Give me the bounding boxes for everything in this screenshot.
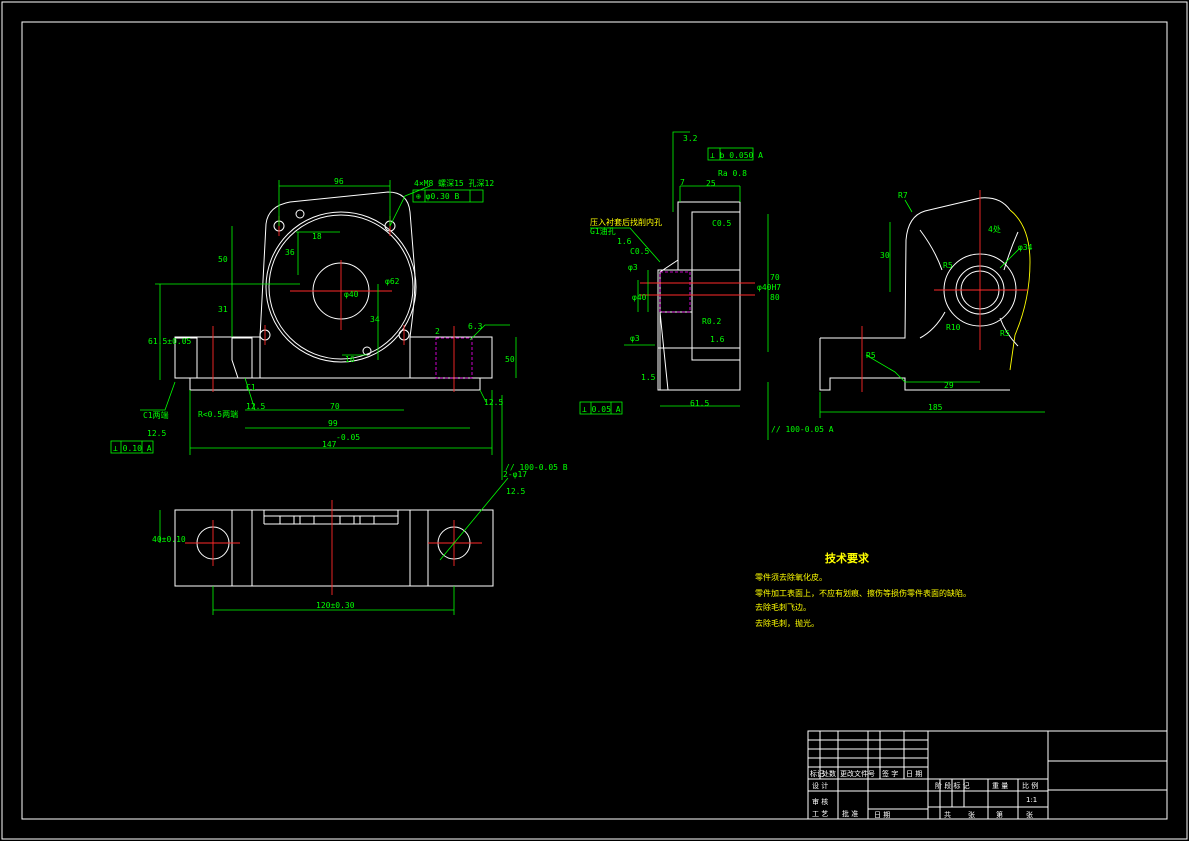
right-d29: 29: [944, 381, 954, 390]
side-ra16b: 1.6: [710, 335, 725, 344]
c1-label: C1: [246, 383, 256, 392]
side-d61: 61.5: [690, 399, 709, 408]
right-r7: R7: [898, 191, 908, 200]
side-ra: Ra 0.8: [718, 169, 747, 178]
side-phi3: φ3: [628, 263, 638, 272]
tech-req-item-2: 零件加工表面上，不应有划痕、擦伤等损伤零件表面的缺陷。: [755, 588, 971, 598]
dim-70: 70: [330, 402, 340, 411]
tb-craft: 工 艺: [812, 810, 828, 818]
side-d80: 80: [770, 293, 780, 302]
outer-border: [1, 1, 1188, 840]
right-r5b: R5: [1000, 329, 1010, 338]
tb-scale-value: 1:1: [1026, 796, 1037, 804]
dim-31: 31: [218, 305, 228, 314]
flatness-tol: ⊥ 0.10 A: [113, 444, 152, 453]
dim-hole-spacing: 120±0.30: [316, 601, 355, 610]
side-c05b: C0.5: [712, 219, 731, 228]
r05-both-ends: R<0.5两端: [198, 409, 238, 419]
tb-change-doc: 更改文件号: [840, 769, 875, 778]
tech-req-item-1: 零件须去除氧化皮。: [755, 572, 827, 582]
side-hatch-bottom: [659, 311, 741, 391]
tb-approve: 批 准: [842, 809, 858, 818]
side-phi40: φ40: [632, 293, 647, 302]
right-d30: 30: [880, 251, 890, 260]
side-right-tol: // 100-0.05 A: [771, 425, 834, 434]
tech-req-item-4: 去除毛刺，抛光。: [755, 618, 819, 628]
dim-34: 34: [370, 315, 380, 324]
tb-date-col: 日 期: [906, 770, 922, 778]
dim-base-holes-ra: 12.5: [506, 487, 525, 496]
side-ra15: 1.5: [641, 373, 656, 382]
dim-bottom-left: 40±0.10: [152, 535, 186, 544]
dim-position-tol: ⊕ φ0.30 B: [416, 192, 460, 201]
side-ra16: 1.6: [617, 237, 632, 246]
c1-ra: 12.5: [246, 402, 265, 411]
rough-63: 6.3: [468, 322, 483, 331]
right-four-places: 4处: [988, 224, 1001, 234]
bottom-view: 40±0.10 2-φ17 12.5 120±0.30: [152, 470, 527, 615]
side-view: 3.2 ⊥ b 0.050 A 7 25 Ra 0.8 压入衬套后找削内孔 G1…: [579, 131, 834, 440]
dim-center-height: 61.5±0.05: [148, 337, 192, 346]
side-ra32: 3.2: [683, 134, 698, 143]
side-phi-hole: φ3: [630, 334, 640, 343]
dim-36: 36: [285, 248, 295, 257]
tb-date: 日 期: [874, 811, 890, 819]
tb-sheet-c: 第: [996, 810, 1003, 819]
front-view: 96 4×M8 螺深15 孔深12 ⊕ φ0.30 B 18 36 50 31 …: [110, 177, 568, 480]
c1-both-ra: 12.5: [147, 429, 166, 438]
right-r10: R10: [946, 323, 961, 332]
dim-99: 99: [328, 419, 338, 428]
tb-sheet-b: 张: [968, 810, 975, 819]
dim-50: 50: [218, 255, 228, 264]
side-hatch-top: [677, 201, 741, 271]
tb-stage: 阶 段 标 记: [935, 781, 970, 790]
dim-phi40: φ40: [344, 290, 359, 299]
dim-top-width: 96: [334, 177, 344, 186]
dim-2: 2: [435, 327, 440, 336]
tech-req-item-3: 去除毛刺飞边。: [755, 602, 811, 612]
tb-sheet-a: 共: [944, 810, 951, 819]
dim-18: 18: [312, 232, 322, 241]
right-r5a: R5: [943, 261, 953, 270]
engineering-drawing: 96 4×M8 螺深15 孔深12 ⊕ φ0.30 B 18 36 50 31 …: [1, 1, 1188, 840]
tb-weight: 重 量: [992, 782, 1008, 790]
tb-design: 设 计: [812, 781, 828, 790]
technical-requirements: 技术要求 零件须去除氧化皮。 零件加工表面上，不应有划痕、擦伤等损伤零件表面的缺…: [755, 551, 971, 628]
dim-overall-length: 147: [322, 440, 337, 449]
right-phi34: φ34: [1018, 243, 1033, 252]
dim-base-holes: 2-φ17: [503, 470, 527, 479]
tb-review: 审 核: [812, 797, 828, 806]
c1-both-ends: C1两端: [143, 410, 169, 420]
side-oil-hole: G1油孔: [590, 226, 616, 236]
dim-50-right: 50: [505, 355, 515, 364]
side-bottom-tol: ⊥ 0.05 A: [582, 405, 621, 414]
right-view: R7 30 R5 R10 R5 R5 φ34 4处 29 185: [819, 190, 1045, 418]
title-block: 标记 处数 更改文件号 签 字 日 期 设 计 阶 段 标 记 重 量 比 例 …: [807, 730, 1168, 820]
right-r5c: R5: [866, 351, 876, 360]
inner-border: [21, 21, 1168, 820]
side-d25: 25: [706, 179, 716, 188]
side-phi40h7: φ40H7: [757, 283, 781, 292]
right-d185: 185: [928, 403, 943, 412]
tech-req-title: 技术要求: [825, 551, 870, 565]
small-hole-top: [295, 209, 305, 219]
dim-16: 16: [345, 355, 355, 364]
tb-sign: 签 字: [882, 769, 898, 778]
left-hatch-2: [231, 337, 253, 379]
ra-right: 12.5: [484, 398, 503, 407]
side-press-note: 压入衬套后找削内孔: [590, 217, 662, 227]
side-d7: 7: [680, 178, 685, 187]
tb-sheet-d: 张: [1026, 810, 1033, 819]
dim-hole-spec: 4×M8 螺深15 孔深12: [414, 178, 494, 188]
dim-phi62: φ62: [385, 277, 400, 286]
tb-scale: 比 例: [1022, 781, 1038, 790]
side-d70: 70: [770, 273, 780, 282]
side-perp-tol: ⊥ b 0.050 A: [710, 151, 763, 160]
dim-overall-length-tol: -0.05: [336, 433, 360, 442]
tb-count: 处数: [822, 769, 836, 778]
side-c05a: C0.5: [630, 247, 649, 256]
side-r02: R0.2: [702, 317, 721, 326]
